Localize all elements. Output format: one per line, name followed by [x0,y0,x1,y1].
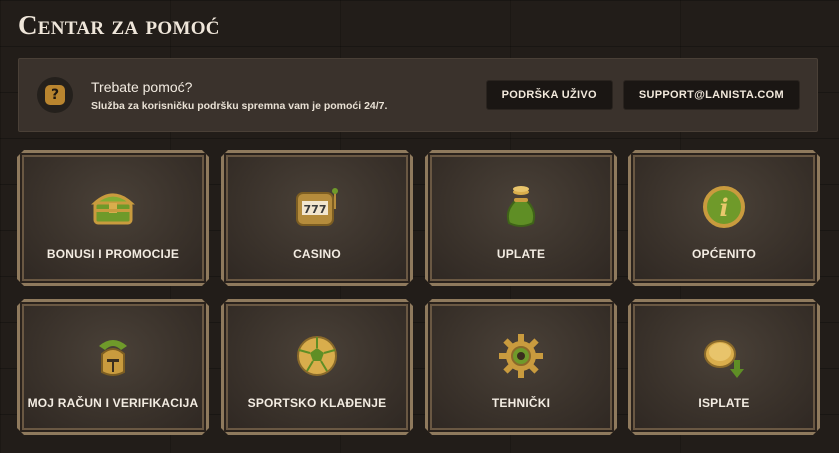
gear-icon [497,332,545,380]
category-label: ISPLATE [698,396,750,410]
live-support-button[interactable]: PODRŠKA UŽIVO [485,80,613,110]
page-title: Centar za pomoć [18,10,220,40]
category-account[interactable]: MOJ RAČUN I VERIFIKACIJA [17,299,209,435]
category-label: MOJ RAČUN I VERIFIKACIJA [27,396,199,410]
question-mark: ? [45,85,65,105]
category-bonuses[interactable]: BONUSI I PROMOCIJE [17,150,209,286]
slot-machine-icon: 777 [293,183,341,231]
category-casino[interactable]: 777 CASINO [221,150,413,286]
category-deposits[interactable]: UPLATE [425,150,617,286]
info-icon: i [700,183,748,231]
help-subtitle: Služba za korisničku podršku spremna vam… [91,99,388,112]
coin-withdraw-icon [700,332,748,380]
gladiator-helmet-icon [89,332,137,380]
category-label: SPORTSKO KLAĐENJE [247,396,387,410]
email-support-button[interactable]: SUPPORT@LANISTA.COM [622,80,800,110]
help-text: Trebate pomoć? Služba za korisničku podr… [91,79,486,112]
treasure-chest-icon [89,183,137,231]
category-label: OPĆENITO [691,247,757,261]
category-label: UPLATE [496,247,546,261]
category-label: CASINO [293,247,341,261]
category-label: TEHNIČKI [491,396,551,410]
category-withdrawals[interactable]: ISPLATE [628,299,820,435]
svg-text:777: 777 [304,203,327,216]
svg-text:i: i [719,193,728,222]
question-icon: ? [37,77,73,113]
category-general[interactable]: i OPĆENITO [628,150,820,286]
football-icon [293,332,341,380]
help-banner: ? Trebate pomoć? Služba za korisničku po… [18,58,818,132]
money-bag-icon [497,183,545,231]
help-title: Trebate pomoć? [91,78,193,95]
category-sports-betting[interactable]: SPORTSKO KLAĐENJE [221,299,413,435]
category-technical[interactable]: TEHNIČKI [425,299,617,435]
category-label: BONUSI I PROMOCIJE [46,247,180,261]
